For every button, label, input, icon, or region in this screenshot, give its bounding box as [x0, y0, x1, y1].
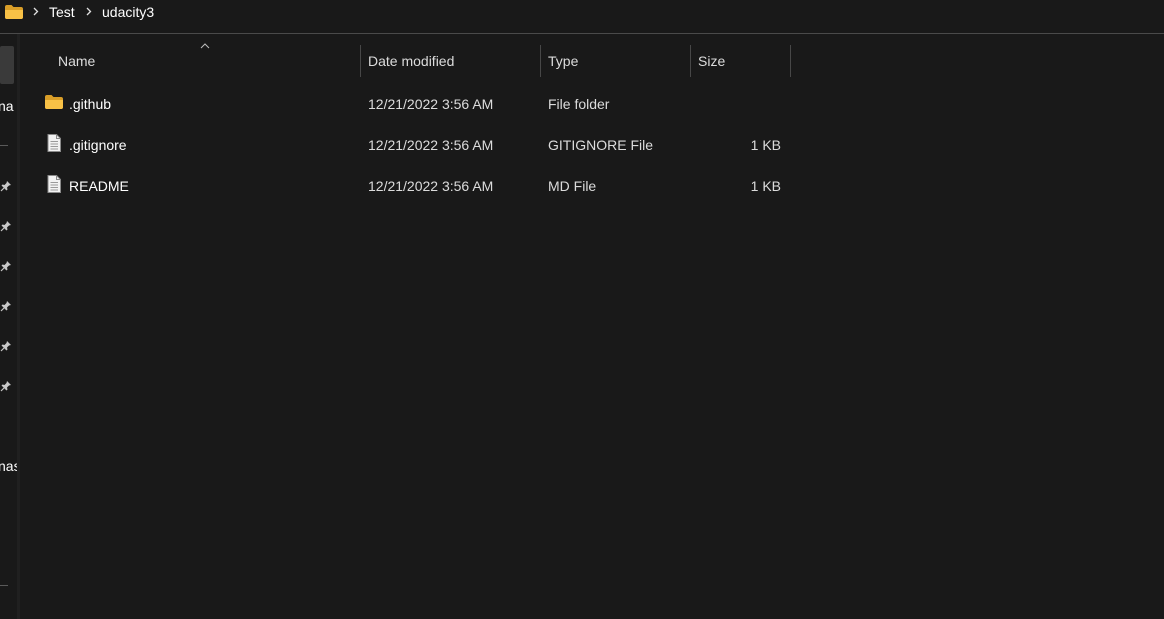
chevron-right-icon[interactable] — [84, 3, 94, 19]
file-date-modified: 12/21/2022 3:56 AM — [368, 96, 494, 112]
file-type: MD File — [548, 178, 597, 194]
nav-divider — [0, 145, 8, 146]
document-icon — [47, 134, 61, 152]
folder-icon — [5, 5, 23, 19]
column-header-label: Name — [58, 53, 96, 69]
pane-splitter[interactable] — [17, 34, 20, 619]
file-date-modified: 12/21/2022 3:56 AM — [368, 137, 494, 153]
file-row-readme[interactable]: README 12/21/2022 3:56 AM MD File 1 KB — [38, 167, 790, 203]
file-row-gitignore[interactable]: .gitignore 12/21/2022 3:56 AM GITIGNORE … — [38, 126, 790, 162]
column-divider[interactable] — [790, 45, 791, 77]
nav-divider — [0, 585, 8, 586]
navigation-pane: na nas — [0, 34, 17, 619]
pin-icon[interactable] — [0, 260, 12, 272]
breadcrumb-udacity3[interactable]: udacity3 — [102, 3, 154, 21]
file-type: File folder — [548, 96, 610, 112]
column-header-size[interactable]: Size — [690, 44, 790, 77]
chevron-right-icon[interactable] — [31, 3, 41, 19]
column-header-name[interactable]: Name — [50, 44, 360, 77]
file-date-modified: 12/21/2022 3:56 AM — [368, 178, 494, 194]
nav-item-label[interactable]: na — [0, 97, 14, 115]
pin-icon[interactable] — [0, 220, 12, 232]
folder-icon — [45, 95, 63, 109]
file-name[interactable]: .github — [69, 95, 111, 113]
column-header-label: Size — [698, 53, 726, 69]
document-icon — [47, 175, 61, 193]
file-explorer-window: Test udacity3 na na Name Date modified T… — [0, 0, 1164, 619]
address-bar[interactable]: Test udacity3 — [0, 0, 1164, 34]
column-header-date-modified[interactable]: Date modified — [360, 44, 540, 77]
pin-icon[interactable] — [0, 180, 12, 192]
pin-icon[interactable] — [0, 340, 12, 352]
file-size: 1 KB — [750, 137, 781, 153]
column-header-label: Type — [548, 53, 579, 69]
column-header-type[interactable]: Type — [540, 44, 690, 77]
file-size: 1 KB — [750, 178, 781, 194]
breadcrumb-test[interactable]: Test — [49, 3, 75, 21]
pin-icon[interactable] — [0, 300, 12, 312]
file-name[interactable]: .gitignore — [69, 136, 127, 154]
column-header-label: Date modified — [368, 53, 455, 69]
nav-item-label[interactable]: nas — [0, 457, 17, 475]
nav-scrollbar-thumb[interactable] — [0, 46, 14, 84]
file-type: GITIGNORE File — [548, 137, 654, 153]
file-row-github[interactable]: .github 12/21/2022 3:56 AM File folder — [38, 85, 790, 121]
file-name[interactable]: README — [69, 177, 129, 195]
pin-icon[interactable] — [0, 380, 12, 392]
